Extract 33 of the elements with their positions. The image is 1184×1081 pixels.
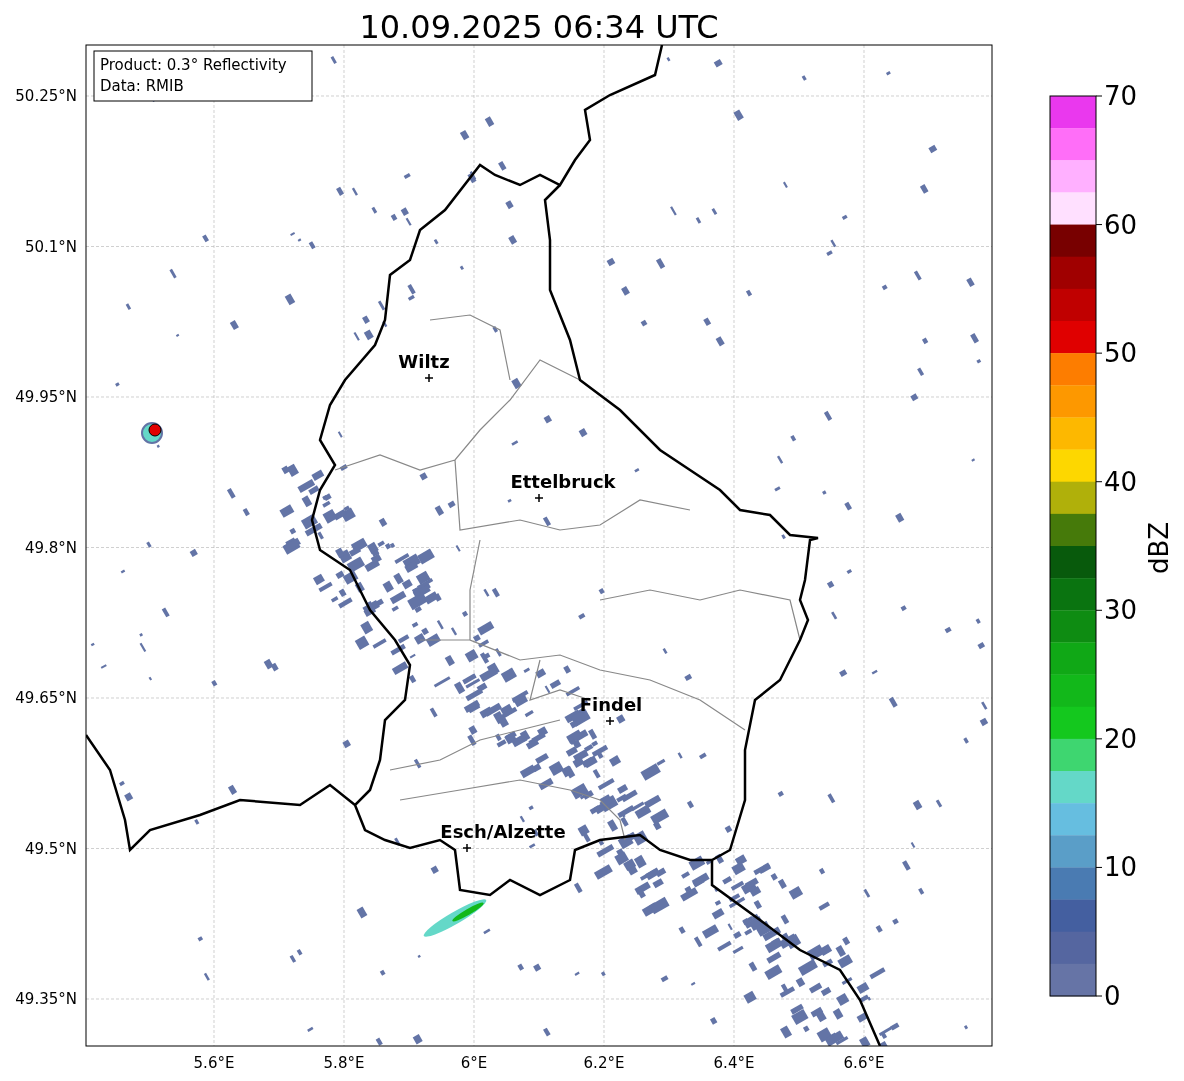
city-marker-icon — [605, 716, 615, 726]
longitude-label: 6°E — [460, 1054, 488, 1072]
latitude-label: 49.95°N — [15, 388, 77, 406]
city-marker-icon — [462, 843, 472, 853]
city-label: Esch/Alzette — [440, 821, 566, 842]
colorbar-tick-label: 0 — [1104, 981, 1121, 1011]
latitude-label: 49.8°N — [24, 538, 77, 557]
latitude-label: 50.1°N — [24, 237, 77, 256]
latitude-label: 49.65°N — [15, 689, 77, 707]
chart-title: 10.09.2025 06:34 UTC — [359, 8, 719, 46]
longitude-label: 5.8°E — [323, 1054, 365, 1072]
latitude-label: 50.25°N — [15, 87, 77, 105]
latitude-label: 49.5°N — [24, 839, 77, 858]
colorbar-tick-label: 60 — [1104, 209, 1138, 240]
city-label: Wiltz — [398, 351, 450, 372]
info-text: Product: 0.3° Reflectivity — [100, 56, 287, 74]
info-text: Data: RMIB — [100, 77, 184, 95]
longitude-label: 6.4°E — [713, 1054, 755, 1072]
longitude-label: 6.6°E — [843, 1054, 885, 1072]
longitude-label: 6.2°E — [583, 1054, 625, 1072]
colorbar-tick-label: 30 — [1104, 595, 1138, 626]
colorbar-title: dBZ — [1144, 521, 1174, 575]
colorbar-tick-label: 40 — [1104, 466, 1138, 497]
city-marker-icon — [424, 373, 434, 383]
city-label: Ettelbruck — [510, 471, 616, 492]
latitude-label: 49.35°N — [15, 990, 77, 1008]
longitude-label: 5.6°E — [193, 1054, 235, 1072]
colorbar-tick-label: 20 — [1104, 723, 1138, 754]
colorbar-tick-label: 50 — [1104, 338, 1138, 369]
city-marker-icon — [534, 493, 544, 503]
colorbar-tick-label: 70 — [1104, 81, 1138, 111]
colorbar-tick-label: 10 — [1104, 852, 1138, 883]
city-label: Findel — [579, 694, 643, 715]
